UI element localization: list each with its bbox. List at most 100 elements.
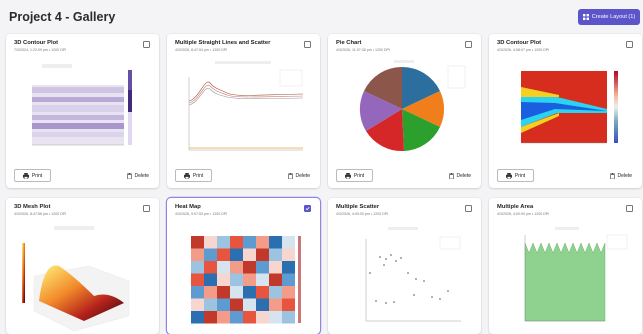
heatmap-cell xyxy=(230,248,243,261)
card-select-checkbox[interactable] xyxy=(304,205,311,212)
heatmap-thumbnail-image xyxy=(175,221,312,334)
heatmap-cell xyxy=(256,236,269,249)
area-fill xyxy=(524,242,606,322)
trash-icon xyxy=(609,173,615,179)
heatmap-cell xyxy=(269,286,282,299)
delete-button[interactable]: Delete xyxy=(287,170,310,182)
trash-icon xyxy=(126,173,132,179)
printer-icon xyxy=(344,172,351,179)
print-button[interactable]: Print xyxy=(175,169,212,182)
gallery-card[interactable]: Heat Map 4/3/2026, 9:07:53 pm • 1200 DPI xyxy=(167,198,320,334)
heatmap-cell xyxy=(256,298,269,311)
heatmap-cell xyxy=(269,248,282,261)
delete-label: Delete xyxy=(295,173,310,179)
gallery-card[interactable]: Multiple Area 4/3/2026, 4:00:00 pm • 120… xyxy=(489,198,642,334)
heatmap-cell xyxy=(217,236,230,249)
card-title: Multiple Straight Lines and Scatter xyxy=(175,40,271,46)
card-date: 4/3/2026, 4:00:00 pm • 1200 DPI xyxy=(497,212,550,216)
pie-thumbnail-image xyxy=(336,57,473,157)
heatmap-cell xyxy=(191,286,204,299)
heatmap-cell xyxy=(204,298,217,311)
card-select-checkbox[interactable] xyxy=(465,205,472,212)
gallery-card[interactable]: 3D Mesh Plot 4/3/2026, 8:47:56 pm • 1200… xyxy=(6,198,159,334)
mesh-thumbnail-image xyxy=(14,221,151,334)
print-button[interactable]: Print xyxy=(14,169,51,182)
heatmap-cell xyxy=(243,298,256,311)
heatmap-cell xyxy=(230,311,243,324)
heatmap-cell xyxy=(204,261,217,274)
print-label: Print xyxy=(514,172,526,179)
delete-label: Delete xyxy=(456,173,471,179)
heatmap-cell xyxy=(269,311,282,324)
heatmap-cell xyxy=(256,273,269,286)
heatmap-cell xyxy=(230,298,243,311)
print-label: Print xyxy=(31,172,43,179)
card-select-checkbox[interactable] xyxy=(465,41,472,48)
gallery-card[interactable]: Multiple Straight Lines and Scatter 4/3/… xyxy=(167,34,320,188)
heatmap-cell xyxy=(191,248,204,261)
heatmap-cell xyxy=(230,236,243,249)
heatmap-cell xyxy=(243,286,256,299)
printer-icon xyxy=(183,172,190,179)
heatmap-cell xyxy=(217,298,230,311)
card-title: Pie Chart xyxy=(336,40,362,46)
printer-icon xyxy=(505,172,512,179)
heatmap-cell xyxy=(204,236,217,249)
heatmap-cell xyxy=(282,311,295,324)
heatmap-cell xyxy=(256,286,269,299)
card-select-checkbox[interactable] xyxy=(626,205,633,212)
heatmap-cell xyxy=(191,236,204,249)
chart-thumbnail xyxy=(336,221,473,334)
heatmap-cell xyxy=(269,298,282,311)
check-icon xyxy=(305,206,310,211)
heatmap-colorbar xyxy=(298,236,301,323)
print-label: Print xyxy=(353,172,365,179)
card-select-checkbox[interactable] xyxy=(143,205,150,212)
heatmap-cell xyxy=(282,261,295,274)
layout-icon xyxy=(582,14,589,20)
card-date: 4/3/2026, 9:07:53 pm • 1200 DPI xyxy=(175,212,228,216)
gallery-card[interactable]: Multiple Scatter 4/3/2026, 4:00:00 pm • … xyxy=(328,198,481,334)
gallery-card[interactable]: 3D Contour Plot 4/3/2026, 4:08:07 pm • 1… xyxy=(489,34,642,188)
card-title: 3D Contour Plot xyxy=(14,40,59,46)
printer-icon xyxy=(22,172,29,179)
delete-button[interactable]: Delete xyxy=(448,170,471,182)
heatmap-cell xyxy=(243,261,256,274)
page-title: Project 4 - Gallery xyxy=(9,10,116,24)
heatmap-cell xyxy=(282,236,295,249)
heatmap-cell xyxy=(191,273,204,286)
card-title: 3D Contour Plot xyxy=(497,40,542,46)
scatter-thumbnail-image xyxy=(336,221,473,334)
heatmap-cell xyxy=(230,273,243,286)
heatmap-cell xyxy=(256,248,269,261)
heatmap-cell xyxy=(217,273,230,286)
card-title: 3D Mesh Plot xyxy=(14,204,51,210)
heatmap-cell xyxy=(243,236,256,249)
delete-button[interactable]: Delete xyxy=(609,170,632,182)
heatmap-cell xyxy=(282,298,295,311)
chart-thumbnail xyxy=(14,57,151,157)
chart-thumbnail xyxy=(497,57,634,157)
card-select-checkbox[interactable] xyxy=(143,41,150,48)
lines-thumbnail-image xyxy=(175,57,312,157)
heatmap-cell xyxy=(243,311,256,324)
card-title: Heat Map xyxy=(175,204,201,210)
gallery-card[interactable]: 3D Contour Plot 7/3/2024, 1:22:09 pm • 1… xyxy=(6,34,159,188)
print-button[interactable]: Print xyxy=(497,169,534,182)
card-select-checkbox[interactable] xyxy=(304,41,311,48)
heatmap-cell xyxy=(282,248,295,261)
delete-button[interactable]: Delete xyxy=(126,170,149,182)
heatmap-cell xyxy=(204,311,217,324)
create-layout-button[interactable]: Create Layout (1) xyxy=(578,9,640,25)
heatmap-cell xyxy=(191,298,204,311)
contour-thumbnail-image xyxy=(497,57,634,157)
contour-thumbnail-image xyxy=(14,57,151,157)
card-select-checkbox[interactable] xyxy=(626,41,633,48)
print-button[interactable]: Print xyxy=(336,169,373,182)
card-date: 4/3/2026, 8:47:56 pm • 1200 DPI xyxy=(14,212,67,216)
gallery-card[interactable]: Pie Chart 4/3/2026, 11:07:38 pm • 1200 D… xyxy=(328,34,481,188)
delete-label: Delete xyxy=(617,173,632,179)
heatmap-cell xyxy=(191,261,204,274)
heatmap-cell xyxy=(217,248,230,261)
chart-thumbnail xyxy=(336,57,473,157)
